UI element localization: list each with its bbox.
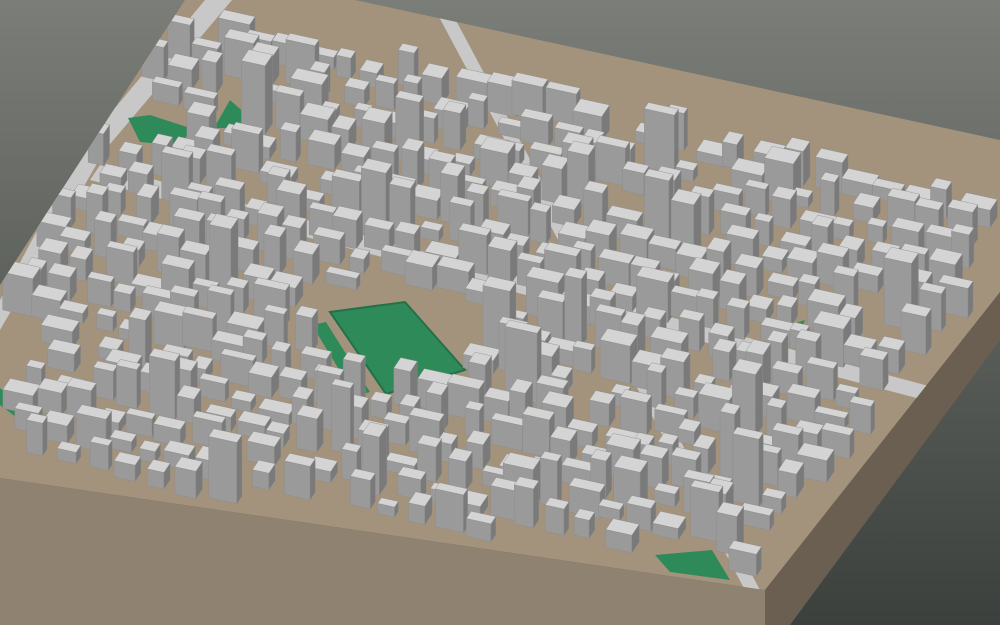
building — [420, 220, 444, 243]
building — [466, 511, 497, 543]
building — [148, 348, 181, 421]
building — [208, 428, 243, 505]
building — [96, 307, 118, 333]
building — [644, 102, 679, 175]
building — [761, 245, 790, 274]
building — [252, 459, 276, 491]
building — [331, 378, 355, 455]
building — [732, 426, 764, 508]
building — [442, 100, 467, 152]
building — [47, 338, 81, 374]
building — [146, 459, 171, 490]
building — [230, 389, 257, 413]
building — [307, 129, 342, 171]
building — [564, 267, 588, 348]
building — [113, 451, 142, 483]
building — [295, 305, 319, 354]
building — [513, 476, 540, 529]
building — [279, 121, 302, 163]
building — [467, 92, 489, 130]
building — [900, 302, 932, 356]
building — [241, 49, 273, 136]
building — [336, 47, 356, 80]
building — [490, 412, 527, 452]
building — [349, 247, 370, 275]
building — [93, 360, 118, 402]
building — [26, 412, 48, 457]
building — [284, 453, 316, 501]
building — [771, 185, 797, 230]
building — [859, 346, 889, 392]
building — [231, 121, 264, 174]
building — [572, 340, 596, 375]
building — [248, 360, 280, 400]
building — [522, 406, 555, 459]
building — [589, 390, 616, 428]
building — [520, 108, 554, 148]
building — [652, 510, 687, 541]
building — [573, 508, 596, 539]
building — [87, 271, 115, 309]
building — [89, 435, 113, 472]
building — [866, 217, 888, 246]
building — [113, 282, 136, 314]
building — [201, 49, 224, 95]
building — [544, 497, 570, 537]
building — [820, 172, 840, 217]
building — [174, 456, 203, 500]
building — [529, 201, 552, 245]
building — [42, 409, 75, 445]
building — [404, 249, 441, 291]
building — [653, 482, 680, 508]
building — [296, 404, 324, 454]
city-model-scene — [0, 0, 1000, 625]
building — [605, 518, 640, 554]
building — [344, 77, 370, 109]
building — [350, 468, 376, 510]
building — [374, 74, 399, 111]
building — [620, 389, 653, 437]
building — [435, 482, 468, 534]
building — [182, 306, 217, 353]
building — [377, 497, 399, 518]
building — [728, 540, 762, 578]
city-model-viewport[interactable] — [0, 0, 1000, 625]
building — [56, 441, 82, 465]
building — [116, 359, 142, 410]
building — [448, 447, 473, 492]
building — [139, 439, 161, 465]
